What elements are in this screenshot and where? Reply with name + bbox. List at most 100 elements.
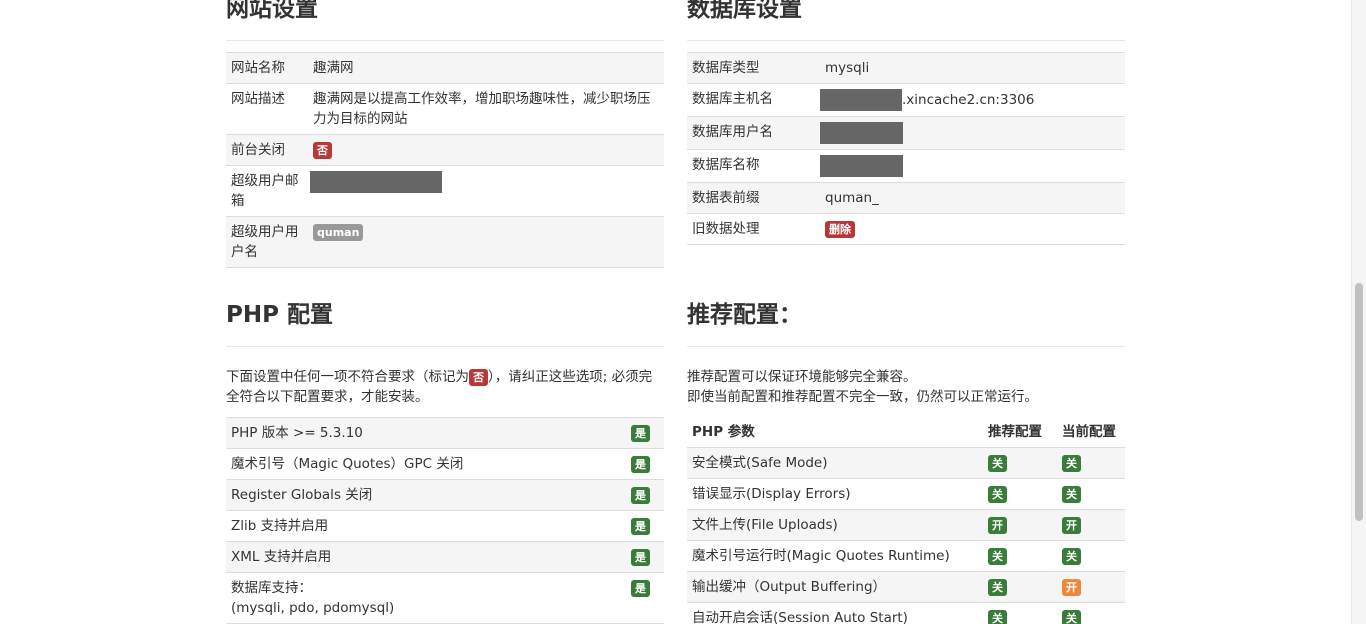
status-badge: 是 xyxy=(631,580,650,597)
status-badge: 是 xyxy=(631,549,650,566)
recommended-badge: 关 xyxy=(988,610,1007,624)
php-requirements-table: PHP 版本 >= 5.3.10 是 魔术引号（Magic Quotes）GPC… xyxy=(226,417,664,624)
table-row: 数据库支持： (mysqli, pdo, pdomysql) 是 xyxy=(226,572,664,624)
redacted-db-name xyxy=(820,155,903,177)
column-header: 当前配置 xyxy=(1057,417,1125,448)
row-label: 旧数据处理 xyxy=(687,213,820,245)
db-host-value: .xincache2.cn:3306 xyxy=(902,92,1035,108)
current-badge: 开 xyxy=(1062,579,1081,596)
install-page: 网站设置 网站名称 趣满网 网站描述 趣满网是以提高工作效率，增加职场趣味性，减… xyxy=(0,0,1366,624)
status-badge: 是 xyxy=(631,518,650,535)
admin-username-badge: quman xyxy=(313,224,364,241)
row-label: 数据库名称 xyxy=(687,149,820,183)
requirement-label: Register Globals 关闭 xyxy=(226,479,626,511)
param-label: 安全模式(Safe Mode) xyxy=(687,447,983,479)
scrollbar-thumb[interactable] xyxy=(1355,283,1363,521)
site-settings-table: 网站名称 趣满网 网站描述 趣满网是以提高工作效率，增加职场趣味性，减少职场压力… xyxy=(226,52,664,268)
table-row: XML 支持并启用 是 xyxy=(226,541,664,573)
param-label: 魔术引号运行时(Magic Quotes Runtime) xyxy=(687,540,983,572)
table-row: 旧数据处理 删除 xyxy=(687,213,1125,245)
table-row: 文件上传(File Uploads) 开 开 xyxy=(687,509,1125,541)
no-badge: 否 xyxy=(469,369,488,386)
column-header: 推荐配置 xyxy=(983,417,1057,448)
recommended-badge: 开 xyxy=(988,517,1007,534)
php-config-description: 下面设置中任何一项不符合要求（标记为否），请纠正这些选项; 必须完全符合以下配置… xyxy=(226,367,664,407)
desc-line: 推荐配置可以保证环境能够完全兼容。 xyxy=(687,369,917,385)
table-row: 错误显示(Display Errors) 关 关 xyxy=(687,478,1125,510)
redacted-host xyxy=(820,89,902,111)
table-row: 魔术引号（Magic Quotes）GPC 关闭 是 xyxy=(226,448,664,480)
old-data-action-badge: 删除 xyxy=(825,221,855,238)
table-row: 输出缓冲（Output Buffering） 关 开 xyxy=(687,571,1125,603)
site-settings-title: 网站设置 xyxy=(226,0,664,41)
recommended-config-title: 推荐配置： xyxy=(687,297,1125,347)
offline-status-badge: 否 xyxy=(313,142,332,159)
row-label: 前台关闭 xyxy=(226,134,308,166)
table-row: 网站名称 趣满网 xyxy=(226,52,664,84)
status-badge: 是 xyxy=(631,456,650,473)
database-settings-title: 数据库设置 xyxy=(687,0,1125,41)
requirement-label-line: (mysqli, pdo, pdomysql) xyxy=(231,600,395,616)
table-row: 安全模式(Safe Mode) 关 关 xyxy=(687,447,1125,479)
table-row: Zlib 支持并启用 是 xyxy=(226,510,664,542)
row-label: 网站名称 xyxy=(226,52,308,84)
table-row: 超级用户邮箱 xyxy=(226,165,664,217)
requirement-label: 数据库支持： (mysqli, pdo, pdomysql) xyxy=(226,572,626,624)
current-badge: 关 xyxy=(1062,486,1081,503)
table-row: 前台关闭 否 xyxy=(226,134,664,166)
recommended-badge: 关 xyxy=(988,455,1007,472)
current-badge: 关 xyxy=(1062,548,1081,565)
row-label: 超级用户邮箱 xyxy=(226,165,308,217)
recommended-config-description: 推荐配置可以保证环境能够完全兼容。 即使当前配置和推荐配置不完全一致，仍然可以正… xyxy=(687,367,1125,407)
row-label: 数据库用户名 xyxy=(687,116,820,150)
db-prefix-value: quman_ xyxy=(820,182,1125,214)
requirement-label: Zlib 支持并启用 xyxy=(226,510,626,542)
site-description-value: 趣满网是以提高工作效率，增加职场趣味性，减少职场压力为目标的网站 xyxy=(308,83,664,135)
table-row: 超级用户用户名 quman xyxy=(226,216,664,268)
row-label: 网站描述 xyxy=(226,83,308,135)
php-config-section: PHP 配置 下面设置中任何一项不符合要求（标记为否），请纠正这些选项; 必须完… xyxy=(226,302,664,624)
table-row: 自动开启会话(Session Auto Start) 关 关 xyxy=(687,602,1125,624)
recommended-badge: 关 xyxy=(988,548,1007,565)
param-label: 输出缓冲（Output Buffering） xyxy=(687,571,983,603)
table-row: Register Globals 关闭 是 xyxy=(226,479,664,511)
redacted-db-user xyxy=(820,122,903,144)
row-label: 数据表前缀 xyxy=(687,182,820,214)
table-row: 数据库用户名 xyxy=(687,116,1125,150)
row-label: 数据库类型 xyxy=(687,52,820,84)
table-row: 数据库类型 mysqli xyxy=(687,52,1125,84)
requirement-label-line: 数据库支持： xyxy=(231,580,312,596)
current-badge: 关 xyxy=(1062,455,1081,472)
current-badge: 关 xyxy=(1062,610,1081,624)
requirement-label: XML 支持并启用 xyxy=(226,541,626,573)
table-row: PHP 版本 >= 5.3.10 是 xyxy=(226,417,664,449)
database-settings-table: 数据库类型 mysqli 数据库主机名 .xincache2.cn:3306 数… xyxy=(687,52,1125,245)
table-row: 数据库名称 xyxy=(687,149,1125,183)
current-badge: 开 xyxy=(1062,517,1081,534)
table-row: 数据表前缀 quman_ xyxy=(687,182,1125,214)
php-config-title: PHP 配置 xyxy=(226,297,664,347)
status-badge: 是 xyxy=(631,425,650,442)
recommended-config-table: PHP 参数 推荐配置 当前配置 安全模式(Safe Mode) 关 关 错误显… xyxy=(687,417,1125,624)
status-badge: 是 xyxy=(631,487,650,504)
recommended-badge: 关 xyxy=(988,579,1007,596)
site-name-value: 趣满网 xyxy=(308,52,664,84)
table-row: 数据库主机名 .xincache2.cn:3306 xyxy=(687,83,1125,117)
db-type-value: mysqli xyxy=(820,52,1125,84)
param-label: 错误显示(Display Errors) xyxy=(687,478,983,510)
requirement-label: PHP 版本 >= 5.3.10 xyxy=(226,417,626,449)
column-header: PHP 参数 xyxy=(687,417,983,448)
desc-text: 下面设置中任何一项不符合要求（标记为 xyxy=(226,369,469,385)
desc-line: 即使当前配置和推荐配置不完全一致，仍然可以正常运行。 xyxy=(687,389,1038,405)
site-settings-section: 网站设置 网站名称 趣满网 网站描述 趣满网是以提高工作效率，增加职场趣味性，减… xyxy=(226,0,664,268)
table-header-row: PHP 参数 推荐配置 当前配置 xyxy=(687,417,1125,448)
database-settings-section: 数据库设置 数据库类型 mysqli 数据库主机名 .xincache2.cn:… xyxy=(687,0,1125,245)
row-label: 数据库主机名 xyxy=(687,83,820,117)
table-row: 网站描述 趣满网是以提高工作效率，增加职场趣味性，减少职场压力为目标的网站 xyxy=(226,83,664,135)
row-label: 超级用户用户名 xyxy=(226,216,308,268)
table-row: 魔术引号运行时(Magic Quotes Runtime) 关 关 xyxy=(687,540,1125,572)
vertical-scrollbar[interactable] xyxy=(1351,0,1366,624)
recommended-config-section: 推荐配置： 推荐配置可以保证环境能够完全兼容。 即使当前配置和推荐配置不完全一致… xyxy=(687,302,1125,624)
requirement-label: 魔术引号（Magic Quotes）GPC 关闭 xyxy=(226,448,626,480)
param-label: 自动开启会话(Session Auto Start) xyxy=(687,602,983,624)
